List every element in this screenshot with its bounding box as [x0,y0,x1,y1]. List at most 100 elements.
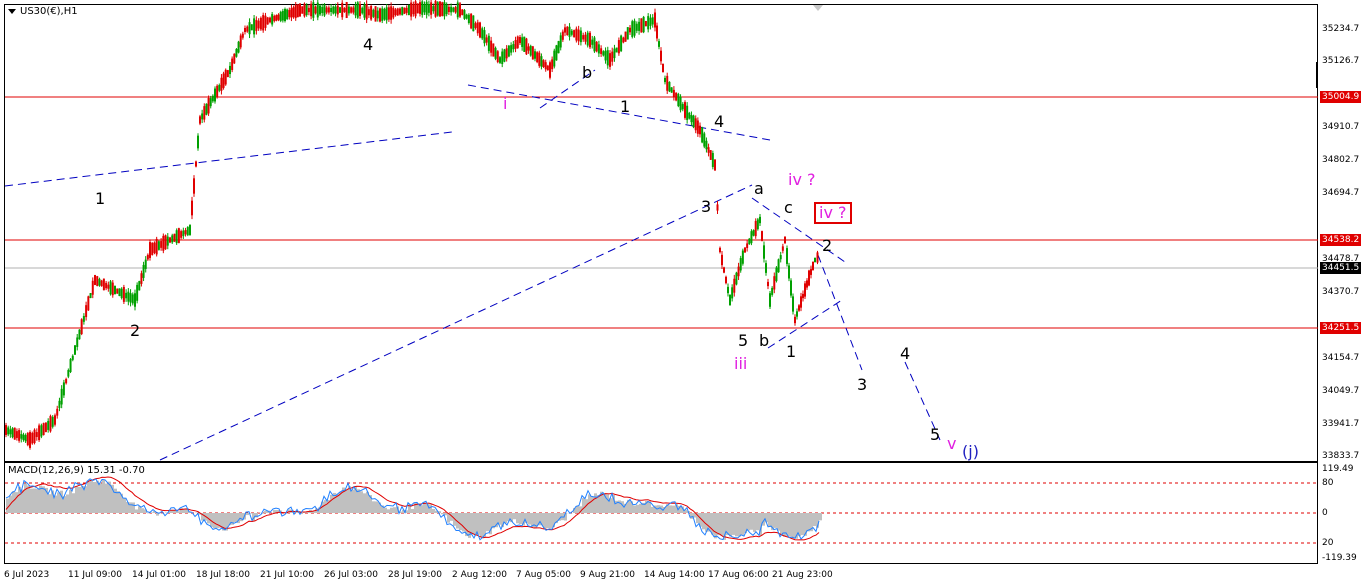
macd-bar [141,508,144,513]
macd-bar [30,488,33,513]
candle-body [5,425,7,435]
chart-window[interactable]: US30(€),H1 MACD(12,26,9) 15.31 -0.70 352… [0,0,1366,588]
macd-bar [324,500,327,513]
candle-body [363,4,366,18]
candle-body [802,293,804,299]
candle-body [319,5,321,15]
macd-bar [669,505,672,513]
wave-label: v [947,434,957,453]
candle-body [501,51,504,65]
dropdown-triangle-icon[interactable] [8,8,16,14]
candle-body [372,9,375,17]
candle-body [7,427,10,435]
macd-bar [129,502,132,513]
price-tick: 33941.7 [1322,419,1360,429]
macd-bar [753,513,756,532]
candle-body [31,432,34,444]
candle-body [222,73,225,88]
candle-body [573,30,576,38]
candle-body [149,242,151,258]
candle-body [786,248,788,264]
candle-body [597,44,600,54]
macd-bar [75,486,78,513]
candle-body [611,51,614,62]
candle-body [769,293,771,307]
candle-body [107,284,110,289]
candle-body [160,241,163,248]
candle-body [784,236,786,244]
candle-body [144,259,147,269]
candle-body [269,17,271,23]
candle-body [432,6,435,12]
candle-body [381,8,384,21]
wave-label: 2 [130,321,141,340]
candle-body [454,7,457,13]
candle-body [199,116,201,124]
candle-body [553,50,556,67]
candle-body [164,235,167,250]
candle-body [792,296,794,312]
candle-body [157,241,160,250]
candle-body [492,43,495,57]
candle-body [523,36,526,52]
macd-bar [432,508,435,513]
macd-bar [390,507,393,513]
macd-bar [363,493,366,513]
price-tick: 34910.7 [1322,122,1360,132]
price-tick: 35234.7 [1322,24,1360,34]
macd-bar [81,485,84,513]
wave-label: iii [734,354,748,373]
candle-body [359,4,361,16]
time-tick: 2 Aug 12:00 [452,570,507,580]
chart-canvas [4,0,1318,544]
candle-body [604,50,607,61]
candle-body [536,52,539,63]
candle-body [679,96,682,111]
macd-bar [357,489,360,513]
candle-body [316,2,319,18]
price-tag-34538: 34538.2 [1320,234,1362,246]
wave-label: 1 [620,97,631,116]
macd-bar [582,497,585,513]
macd-bar [747,513,750,531]
macd-bar [720,513,723,536]
candle-body [609,53,611,67]
candle-body [499,57,501,63]
candle-body [387,7,390,20]
candle-body [94,275,96,285]
candle-body [507,45,510,57]
candle-body [487,35,490,51]
candle-body [479,22,481,38]
macd-bar [480,513,483,538]
candle-body [694,118,697,131]
candle-body [186,227,189,236]
candle-body [441,2,444,16]
candle-body [127,291,130,302]
candle-body [494,47,497,59]
candle-body [481,28,484,39]
wave-label: 3 [701,197,712,216]
candle-body [220,77,223,91]
macd-bar [786,513,789,536]
macd-bar [213,513,216,529]
candle-body [273,16,276,22]
candle-body [259,17,262,30]
macd-bar [717,513,720,536]
candle-body [281,10,284,21]
candle-body [470,13,473,29]
candle-body [76,337,79,347]
candle-body [314,6,317,14]
candle-body [593,37,596,52]
time-tick: 7 Aug 05:00 [516,570,571,580]
candle-body [467,14,470,24]
candle-body [703,133,706,147]
candle-body [229,65,231,75]
candle-body [33,429,36,444]
candle-body [114,285,116,295]
candle-body [102,278,105,291]
macd-bar [735,513,738,537]
candle-body [169,237,171,243]
price-tick: 33833.7 [1322,451,1360,461]
candle-body [336,5,339,15]
symbol-label[interactable]: US30(€),H1 [8,6,78,17]
